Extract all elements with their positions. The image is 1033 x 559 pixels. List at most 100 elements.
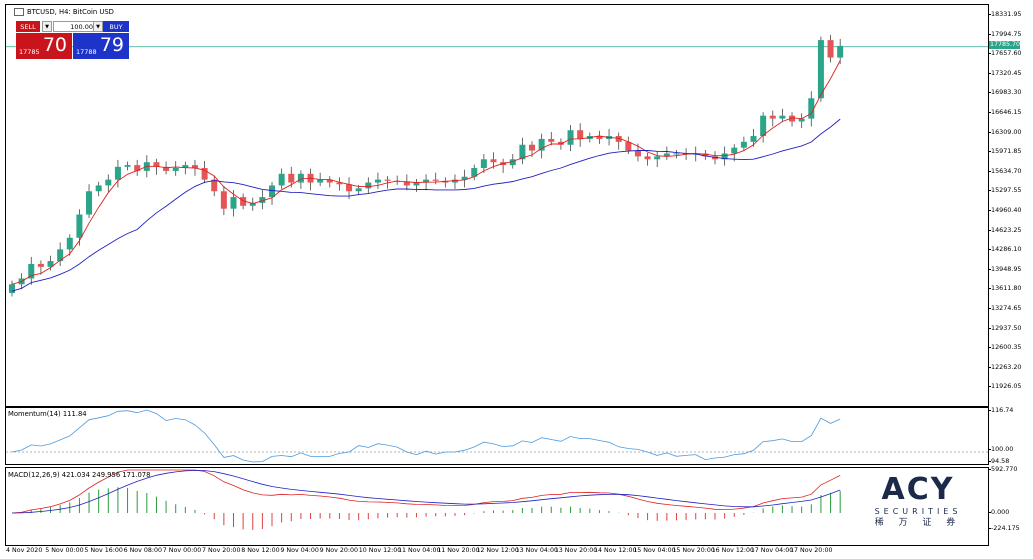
candle-body [278,173,285,186]
momentum-axis-label: 100.00 [991,445,1014,453]
macd-axis-label: -224.175 [991,524,1020,532]
time-axis-label: 13 Nov 04:00 [515,547,559,554]
momentum-axis-label: 94.58 [991,457,1010,465]
time-axis-label: 16 Nov 12:00 [711,547,755,554]
candle-body [567,130,574,145]
price-axis[interactable]: 18331.95 17994.75 17657.60 17320.45 16983.30… [988,4,1033,544]
candle-body [577,130,584,139]
volume-up-button[interactable]: ▼ [93,21,103,32]
sell-price-box[interactable]: 17785 70 [16,33,72,59]
acy-securities-logo: ACY SECURITIES 稀 万 证 券 [868,474,968,540]
candle-body [230,197,237,209]
candle-body [66,237,73,250]
buy-price-big: 79 [99,34,124,56]
candle-body [673,153,680,155]
candle-body [480,159,487,169]
macd-title: MACD(12,26,9) 421.034 249.956 171.078 [8,471,151,479]
candle-body [731,147,738,154]
candle-body [817,40,824,99]
price-axis-label: 16983.30 [991,88,1022,97]
time-axis-label: 9 Nov 04:00 [280,547,319,554]
candle-body [124,165,131,167]
slow-moving-average-line [11,118,841,292]
buy-price-box[interactable]: 17788 79 [73,33,129,59]
chart-window-icon [14,8,24,16]
candle-body [9,284,15,293]
price-chart-pane[interactable]: BTCUSD, H4: BitCoin USD SELL ▼ 100.00 ▼ … [5,4,989,407]
candle-body [95,185,102,192]
momentum-line [11,409,841,463]
time-axis[interactable]: 4 Nov 2020 5 Nov 00:00 5 Nov 16:00 6 Nov 08… [0,545,990,559]
candle-body [837,45,844,58]
time-axis-label: 15 Nov 20:00 [672,547,715,554]
time-axis-label: 9 Nov 20:00 [319,547,359,554]
candle-body [172,168,179,171]
time-axis-label: 17 Nov 20:00 [790,547,833,554]
candle-body [105,179,112,186]
price-axis-label: 17657.60 [991,49,1022,58]
time-axis-label: 12 Nov 12:00 [476,547,519,554]
volume-input[interactable]: 100.00 [53,21,97,32]
time-axis-label: 4 Nov 2020 [6,547,43,554]
time-axis-label: 17 Nov 04:00 [750,547,794,554]
volume-down-button[interactable]: ▼ [42,21,52,32]
candle-body [490,159,497,163]
candle-body [297,173,304,183]
price-axis-label: 13611.80 [991,284,1022,293]
candle-body [529,144,536,151]
candle-body [750,136,757,142]
candle-body [634,150,641,157]
candle-body [769,115,776,119]
time-axis-label: 10 Nov 12:00 [358,547,402,554]
price-axis-label: 14286.10 [991,245,1022,254]
current-price-label: 17785.70 [989,41,1021,49]
chart-title: BTCUSD, H4: BitCoin USD [14,8,114,16]
triangle-down-icon: ▼ [96,23,100,30]
candle-body [86,191,93,215]
candle-body [220,191,227,209]
price-axis-label: 16309.00 [991,127,1022,136]
momentum-canvas[interactable] [6,408,988,464]
candle-body [37,263,44,267]
candle-body [779,115,786,119]
price-axis-label: 16646.15 [991,108,1022,116]
candle-body [365,182,372,189]
time-axis-label: 7 Nov 20:00 [202,547,241,554]
candle-body [355,188,362,192]
buy-price-small: 17788 [76,48,97,56]
candle-body [827,40,834,58]
candle-body [644,156,651,160]
buy-button[interactable]: BUY [103,21,129,32]
candle-body [740,141,747,148]
chart-title-text: BTCUSD, H4: BitCoin USD [27,8,114,16]
time-axis-label: 15 Nov 04:00 [633,547,676,554]
macd-axis-label: 592.770 [991,465,1018,473]
macd-axis-label: 0.000 [991,508,1010,516]
macd-pane[interactable]: MACD(12,26,9) 421.034 249.956 171.078 AC… [5,467,989,546]
candle-body [288,173,295,183]
price-axis-label: 12600.35 [991,343,1022,352]
candle-body [76,214,83,238]
candle-body [269,185,276,198]
momentum-pane[interactable]: Momentum(14) 111.84 [5,407,989,465]
candle-body [28,263,35,279]
candle-body [654,156,661,160]
price-axis-label: 15971.85 [991,147,1022,156]
price-axis-label: 11926.05 [991,382,1022,391]
sell-price-big: 70 [42,34,67,56]
sell-button[interactable]: SELL [16,21,40,32]
price-axis-label: 17994.75 [991,29,1022,38]
price-axis-label: 13948.95 [991,264,1022,273]
price-chart-canvas[interactable] [6,5,988,406]
time-axis-label: 8 Nov 12:00 [241,547,280,554]
time-axis-label: 14 Nov 12:00 [594,547,637,554]
triangle-down-icon: ▼ [45,23,49,30]
macd-canvas[interactable] [6,468,988,545]
logo-brand: ACY [881,472,955,507]
candle-body [760,115,767,137]
one-click-trading-panel: SELL ▼ 100.00 ▼ BUY 17785 70 17788 79 [16,21,129,59]
candle-body [548,138,555,142]
momentum-axis-label: 116.74 [991,406,1014,414]
price-axis-label: 18331.95 [991,10,1022,18]
price-axis-label: 15634.70 [991,166,1022,175]
